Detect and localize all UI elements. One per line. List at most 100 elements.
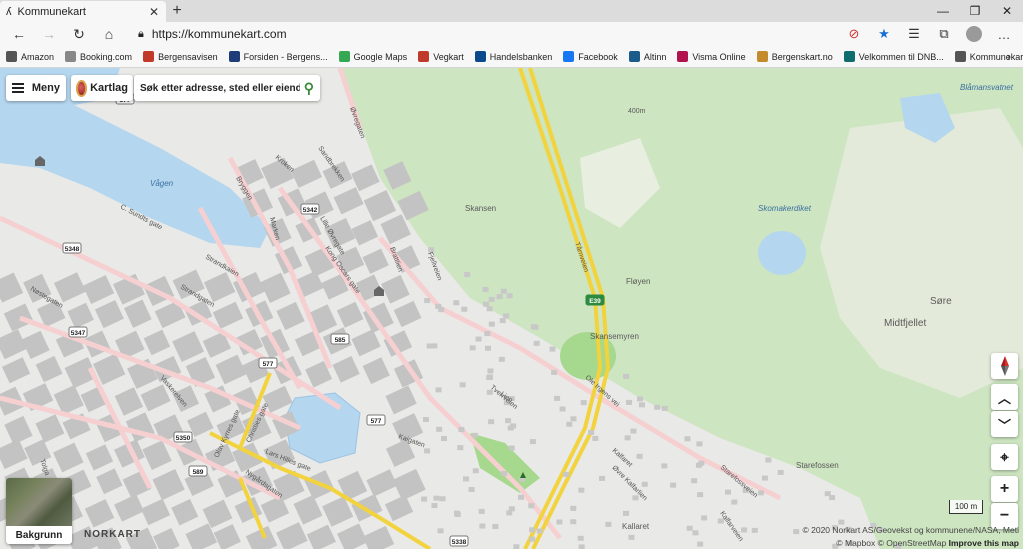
bookmark-favicon-icon <box>418 51 430 62</box>
new-tab-button[interactable]: + <box>166 0 188 22</box>
bookmark-item[interactable]: Kommunekart <box>954 51 1023 62</box>
bookmark-item[interactable]: Visma Online <box>677 51 746 62</box>
building-block <box>385 385 417 415</box>
house <box>761 475 768 481</box>
bookmark-favicon-icon <box>338 51 350 62</box>
house <box>684 436 691 442</box>
house <box>696 441 703 447</box>
bookmark-item[interactable]: Amazon <box>6 51 54 62</box>
map-view[interactable]: Vågen Skansen Fløyen Skansemyren Skomake… <box>0 68 1023 549</box>
bookmark-item[interactable]: Booking.com <box>65 51 132 62</box>
kommunekart-favicon-icon: ʎ <box>6 5 12 18</box>
back-button[interactable]: ← <box>6 23 32 45</box>
attribution-line: © Mapbox © OpenStreetMap <box>836 538 947 548</box>
collections-icon[interactable]: ⧉ <box>931 23 957 45</box>
favorites-list-icon[interactable]: ☰ <box>901 23 927 45</box>
bookmark-favicon-icon <box>756 51 768 62</box>
building-block <box>143 329 171 356</box>
house <box>570 505 577 511</box>
house <box>487 368 494 374</box>
window-controls: — ❐ ✕ <box>927 0 1023 22</box>
house <box>623 373 630 379</box>
house <box>570 416 577 422</box>
building-block <box>153 528 180 549</box>
maximize-button[interactable]: ❐ <box>959 0 991 22</box>
home-button[interactable]: ⌂ <box>96 23 122 45</box>
aerial-thumbnail <box>6 478 72 526</box>
house <box>463 476 470 482</box>
hamburger-icon <box>12 83 24 93</box>
compass-icon <box>1000 356 1009 376</box>
house <box>506 293 513 299</box>
building-block <box>24 439 52 466</box>
house <box>580 400 587 406</box>
minimize-button[interactable]: — <box>927 0 959 22</box>
minus-icon: − <box>999 507 1010 524</box>
compass-button[interactable] <box>991 353 1018 379</box>
zoom-in-button[interactable]: + <box>991 476 1018 502</box>
route-shield-label: 5348 <box>65 246 80 253</box>
more-bookmarks-icon[interactable]: › <box>1007 49 1011 64</box>
house <box>475 336 482 342</box>
bookmark-label: Forsiden - Bergens... <box>243 51 328 62</box>
building-block <box>21 330 50 360</box>
bookmark-favicon-icon <box>954 51 966 62</box>
bookmark-item[interactable]: Bergensavisen <box>143 51 218 62</box>
tilt-up-button[interactable]: ︿ <box>991 384 1018 410</box>
house <box>838 519 845 525</box>
bookmark-item[interactable]: Handelsbanken <box>474 51 552 62</box>
house <box>751 527 758 533</box>
close-tab-icon[interactable]: ✕ <box>148 5 160 19</box>
building-block <box>260 272 291 304</box>
house <box>551 369 558 375</box>
reload-button[interactable]: ↻ <box>66 23 92 45</box>
house <box>461 306 468 312</box>
route-shield: 5350 <box>173 431 193 443</box>
browser-tab[interactable]: ʎ Kommunekart ✕ <box>0 1 166 22</box>
building-block <box>336 301 364 328</box>
bookmark-item[interactable]: Vegkart <box>418 51 464 62</box>
favorite-star-icon[interactable]: ★ <box>871 23 897 45</box>
bookmark-label: Amazon <box>21 51 55 62</box>
background-selector[interactable]: Bakgrunn <box>6 478 72 544</box>
map-canvas[interactable]: Vågen Skansen Fløyen Skansemyren Skomake… <box>0 68 1023 549</box>
bookmark-item[interactable]: Bergenskart.no <box>756 51 833 62</box>
search-icon[interactable]: ⚲ <box>304 80 314 97</box>
bookmark-item[interactable]: Forsiden - Bergens... <box>228 51 328 62</box>
bookmark-label: Altinn <box>643 51 667 62</box>
house <box>424 448 431 454</box>
tilt-down-button[interactable]: ﹀ <box>991 411 1018 437</box>
house <box>630 428 637 434</box>
house <box>506 510 513 516</box>
close-window-button[interactable]: ✕ <box>991 0 1023 22</box>
locate-me-button[interactable]: ⌖ <box>991 444 1018 470</box>
tracking-prevention-icon[interactable]: ⊘ <box>841 23 867 45</box>
settings-more-icon[interactable]: … <box>991 23 1017 45</box>
building-block <box>2 357 31 384</box>
building-block <box>393 300 422 328</box>
bookmark-item[interactable]: Altinn <box>628 51 667 62</box>
menu-button[interactable]: Meny <box>6 75 66 101</box>
house <box>453 300 460 306</box>
menu-label: Meny <box>31 82 60 94</box>
route-shield-label: E39 <box>589 298 601 305</box>
bookmark-label: Kommunekart <box>969 51 1023 62</box>
house <box>530 324 537 330</box>
search-input[interactable]: Søk etter adresse, sted eller eiendom ⚲ <box>134 75 320 101</box>
house <box>468 487 475 493</box>
bookmark-favicon-icon <box>677 51 689 62</box>
profile-avatar[interactable] <box>961 23 987 45</box>
route-shield: E39 <box>585 294 605 306</box>
address-field[interactable]: 🔒︎ https://kommunekart.com <box>130 24 837 44</box>
bookmark-item[interactable]: Google Maps <box>338 51 407 62</box>
house <box>472 468 479 474</box>
url-text: https://kommunekart.com <box>151 27 287 41</box>
bookmark-item[interactable]: Velkommen til DNB... <box>843 51 944 62</box>
street-label: Kalfarveien <box>718 510 744 543</box>
improve-map-link[interactable]: Improve this map <box>949 538 1019 548</box>
house <box>824 491 831 497</box>
route-shield-label: 589 <box>193 469 204 476</box>
forward-button[interactable]: → <box>36 23 62 45</box>
bookmark-item[interactable]: Facebook <box>563 51 618 62</box>
layers-button[interactable]: Kartlag <box>71 75 133 101</box>
